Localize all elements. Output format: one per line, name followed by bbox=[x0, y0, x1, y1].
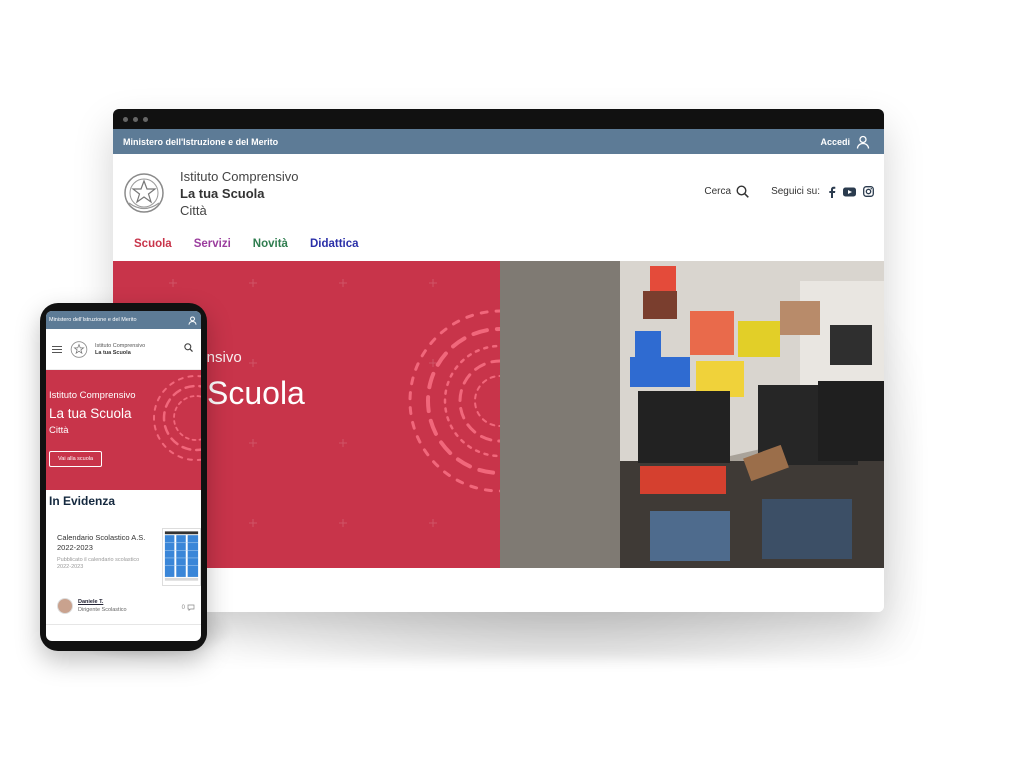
ministry-link[interactable]: Ministero dell'Istruzione e del Merito bbox=[123, 137, 278, 147]
browser-titlebar bbox=[113, 109, 884, 129]
ministry-topbar: Ministero dell'Istruzione e del Merito A… bbox=[113, 129, 884, 154]
card-title[interactable]: Calendario Scolastico A.S. 2022-2023 bbox=[57, 533, 157, 553]
republic-emblem-icon bbox=[124, 173, 164, 213]
window-dot-maximize[interactable] bbox=[143, 116, 148, 122]
phone-hero-city: Città bbox=[49, 425, 69, 436]
search-icon bbox=[736, 185, 749, 198]
author-name[interactable]: Daniele T. bbox=[78, 599, 127, 605]
phone-hero-banner: Istituto Comprensivo La tua Scuola Città… bbox=[46, 370, 201, 490]
comments-count[interactable]: 0 bbox=[182, 604, 195, 611]
header-tools: Cerca Seguici su: bbox=[704, 185, 874, 198]
login-label: Accedi bbox=[820, 136, 850, 147]
nav-item-servizi[interactable]: Servizi bbox=[194, 238, 231, 250]
nav-item-novita[interactable]: Novità bbox=[253, 238, 288, 250]
phone-ministry-link[interactable]: Ministero dell'Istruzione e del Merito bbox=[49, 317, 137, 323]
calendar-thumbnail-image bbox=[162, 528, 201, 586]
phone-ministry-topbar: Ministero dell'Istruzione e del Merito bbox=[46, 311, 201, 329]
site-header: Istituto Comprensivo La tua Scuola Città… bbox=[113, 154, 884, 226]
comments-count-value: 0 bbox=[181, 604, 185, 611]
children-with-box-masks-image bbox=[500, 261, 884, 568]
institute-type: Istituto Comprensivo bbox=[180, 169, 299, 184]
phone-search-icon[interactable] bbox=[184, 343, 193, 352]
desktop-browser-window: Ministero dell'Istruzione e del Merito A… bbox=[113, 109, 884, 612]
highlight-heading: In Evidenza bbox=[49, 494, 116, 508]
hero-title: Scuola bbox=[207, 375, 305, 411]
phone-hero-school-name: La tua Scuola bbox=[49, 406, 132, 421]
school-city: Città bbox=[180, 203, 207, 218]
instagram-icon[interactable] bbox=[863, 186, 874, 197]
phone-hero-institute-type: Istituto Comprensivo bbox=[49, 390, 136, 401]
phone-device: Ministero dell'Istruzione e del Merito I… bbox=[40, 303, 207, 651]
phone-screen: Ministero dell'Istruzione e del Merito I… bbox=[46, 311, 201, 641]
mockup-stage: Ministero dell'Istruzione e del Merito A… bbox=[0, 0, 1024, 768]
hamburger-menu-icon[interactable] bbox=[52, 346, 62, 355]
hero-photo bbox=[500, 261, 884, 568]
phone-institute-type: Istituto Comprensivo bbox=[95, 343, 146, 349]
card-divider bbox=[46, 624, 201, 625]
nav-item-scuola[interactable]: Scuola bbox=[134, 238, 172, 250]
phone-school-brand[interactable]: Istituto Comprensivo La tua Scuola bbox=[95, 343, 145, 357]
card-author: Daniele T. Dirigente Scolastico bbox=[57, 598, 127, 614]
author-avatar bbox=[57, 598, 73, 614]
highlight-card[interactable]: Calendario Scolastico A.S. 2022-2023 Pub… bbox=[46, 521, 201, 641]
phone-republic-emblem-icon bbox=[70, 341, 88, 358]
phone-hero-pattern bbox=[153, 375, 201, 461]
window-dot-close[interactable] bbox=[123, 116, 128, 122]
phone-school-name: La tua Scuola bbox=[95, 350, 131, 356]
search-button[interactable]: Cerca bbox=[704, 185, 749, 198]
facebook-icon[interactable] bbox=[828, 186, 836, 198]
go-to-school-button[interactable]: Vai alla scuola bbox=[49, 451, 103, 467]
school-brand[interactable]: Istituto Comprensivo La tua Scuola Città bbox=[180, 168, 299, 219]
user-icon bbox=[856, 135, 870, 149]
hero-banner: prensivo Scuola bbox=[113, 261, 884, 568]
card-description: Pubblicato il calendario scolastico 2022… bbox=[57, 557, 140, 570]
main-nav: Scuola Servizi Novità Didattica bbox=[113, 226, 884, 261]
phone-user-icon[interactable] bbox=[188, 315, 197, 325]
window-dot-minimize[interactable] bbox=[133, 116, 138, 122]
phone-header: Istituto Comprensivo La tua Scuola bbox=[46, 329, 201, 370]
youtube-icon[interactable] bbox=[843, 187, 856, 197]
search-label: Cerca bbox=[704, 186, 732, 197]
follow-label: Seguici su: bbox=[771, 186, 820, 197]
social-links bbox=[828, 186, 874, 198]
login-button[interactable]: Accedi bbox=[820, 135, 870, 149]
nav-item-didattica[interactable]: Didattica bbox=[310, 238, 359, 250]
comment-icon bbox=[187, 604, 195, 611]
author-role: Dirigente Scolastico bbox=[78, 607, 127, 613]
school-name: La tua Scuola bbox=[180, 186, 265, 201]
